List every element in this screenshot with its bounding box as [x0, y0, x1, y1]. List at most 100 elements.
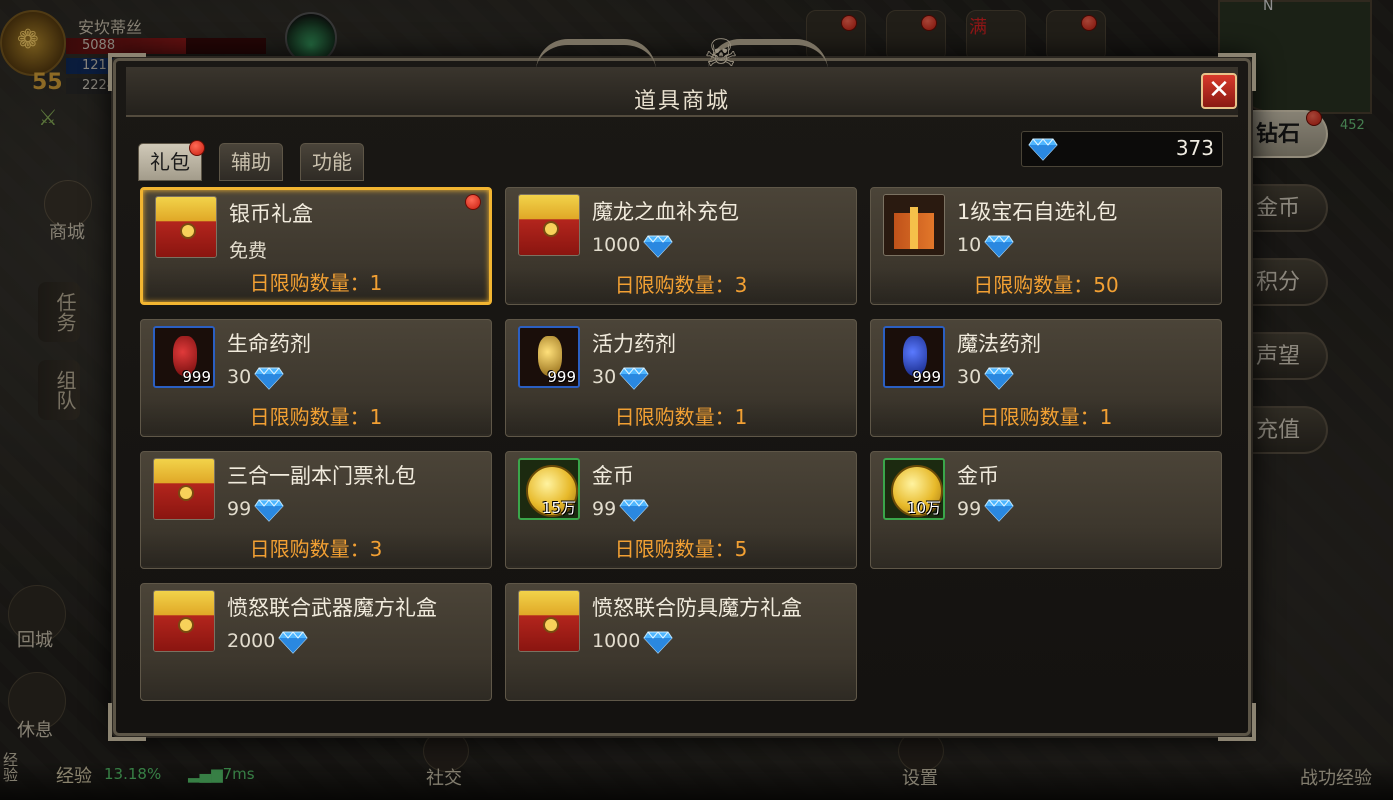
category-tab-label: 辅助 — [231, 150, 271, 174]
item-price-value: 免费 — [229, 240, 268, 262]
item-name: 魔法药剂 — [957, 332, 1041, 356]
weapon-icon[interactable]: ⚔ — [38, 106, 58, 131]
treasure-chest-icon — [519, 591, 579, 651]
daily-limit: 日限购数量：1 — [871, 400, 1221, 434]
item-name: 愤怒联合武器魔方礼盒 — [227, 596, 437, 620]
diamond-icon — [643, 630, 673, 654]
notification-dot — [841, 15, 857, 31]
item-price: 10 — [957, 234, 1014, 258]
item-quantity: 999 — [547, 368, 576, 386]
treasure-chest-icon — [156, 197, 216, 257]
top-menu-button-4[interactable] — [1046, 10, 1106, 62]
treasure-chest-icon — [154, 459, 214, 519]
item-quantity: 999 — [182, 368, 211, 386]
ping-readout: ▂▄▆7ms — [188, 765, 255, 783]
shop-item-card[interactable]: 999 魔法药剂 30 日限购数量：1 — [870, 319, 1222, 437]
currency-tab-label: 声望 — [1256, 344, 1301, 369]
quest-tab[interactable]: 任务 — [38, 282, 80, 342]
currency-tab-label: 钻石 — [1256, 122, 1301, 147]
close-button[interactable]: ✕ — [1201, 73, 1237, 109]
item-name: 愤怒联合防具魔方礼盒 — [592, 596, 802, 620]
item-quantity: 999 — [912, 368, 941, 386]
item-name: 银币礼盒 — [229, 202, 313, 226]
currency-tab[interactable]: 充值 — [1246, 406, 1328, 454]
item-price-value: 30 — [227, 366, 252, 388]
currency-tab-label: 金币 — [1256, 196, 1301, 221]
gift-box-icon — [884, 195, 944, 255]
category-tab[interactable]: 功能 — [300, 143, 364, 181]
currency-tab-label: 积分 — [1256, 270, 1301, 295]
daily-limit: 日限购数量：3 — [141, 532, 491, 566]
player-avatar[interactable]: ❁ — [0, 10, 66, 76]
category-tab[interactable]: 辅助 — [219, 143, 283, 181]
item-icon-frame — [153, 590, 215, 652]
item-icon-frame — [518, 590, 580, 652]
daily-limit: 日限购数量：1 — [506, 400, 856, 434]
shop-item-card[interactable]: 愤怒联合武器魔方礼盒 2000 — [140, 583, 492, 701]
item-price: 99 — [227, 498, 284, 522]
shop-item-card[interactable]: 1级宝石自选礼包 10 日限购数量：50 — [870, 187, 1222, 305]
title-bar: 道具商城 — [126, 67, 1238, 117]
player-level: 55 — [32, 70, 63, 95]
item-price-value: 99 — [957, 498, 982, 520]
top-menu-button-2[interactable] — [886, 10, 946, 62]
shop-item-card[interactable]: 三合一副本门票礼包 99 日限购数量：3 — [140, 451, 492, 569]
currency-tab-label: 充值 — [1256, 418, 1301, 443]
currency-tab[interactable]: 积分 — [1246, 258, 1328, 306]
item-price: 99 — [592, 498, 649, 522]
top-menu-button-3[interactable]: 满 — [966, 10, 1026, 62]
return-city-label[interactable]: 回城 — [0, 626, 80, 652]
diamond-balance: 373 — [1021, 131, 1223, 167]
treasure-chest-icon — [154, 591, 214, 651]
item-icon-frame: 15万 — [518, 458, 580, 520]
shop-dialog: ☠ 道具商城 ✕ 礼包 辅助 功能 373 银币礼盒 免费 日限购数量：1 魔龙之血补充包… — [108, 31, 1256, 741]
shop-item-card[interactable]: 愤怒联合防具魔方礼盒 1000 — [505, 583, 857, 701]
item-price: 1000 — [592, 234, 673, 258]
xp-percent: 13.18% — [104, 765, 162, 783]
settings-label[interactable]: 设置 — [902, 764, 938, 790]
item-price-value: 30 — [957, 366, 982, 388]
item-icon-frame — [153, 458, 215, 520]
item-price: 30 — [227, 366, 284, 390]
currency-tab[interactable]: 金币 — [1246, 184, 1328, 232]
team-tab[interactable]: 组队 — [38, 360, 80, 420]
item-price-value: 10 — [957, 234, 982, 256]
item-price-value: 1000 — [592, 234, 641, 256]
item-icon-frame — [883, 194, 945, 256]
item-icon-frame: 999 — [883, 326, 945, 388]
mall-label[interactable]: 商城 — [22, 218, 112, 244]
player-name: 安坎蒂丝 — [78, 18, 143, 37]
category-tab-label: 功能 — [312, 150, 352, 174]
notification-dot — [465, 194, 481, 210]
diamond-icon — [984, 366, 1014, 390]
diamond-balance-value: 373 — [1175, 136, 1214, 160]
item-icon-frame — [518, 194, 580, 256]
class-emblem-icon: ❁ — [17, 25, 39, 55]
category-tab-label: 礼包 — [150, 150, 190, 174]
diamond-icon — [254, 366, 284, 390]
daily-limit: 日限购数量：50 — [871, 268, 1221, 302]
corner-ornament — [1218, 703, 1256, 741]
shop-item-card[interactable]: 999 活力药剂 30 日限购数量：1 — [505, 319, 857, 437]
item-icon-frame: 10万 — [883, 458, 945, 520]
shop-item-card[interactable]: 银币礼盒 免费 日限购数量：1 — [140, 187, 492, 305]
signal-icon: ▂▄▆ — [188, 765, 223, 783]
shop-item-card[interactable]: 999 生命药剂 30 日限购数量：1 — [140, 319, 492, 437]
item-name: 1级宝石自选礼包 — [957, 200, 1118, 224]
item-quantity: 15万 — [541, 499, 576, 517]
shop-item-card[interactable]: 10万 金币 99 — [870, 451, 1222, 569]
currency-tab[interactable]: 声望 — [1246, 332, 1328, 380]
shop-item-card[interactable]: 魔龙之血补充包 1000 日限购数量：3 — [505, 187, 857, 305]
currency-tab[interactable]: 钻石 — [1246, 110, 1328, 158]
category-tab[interactable]: 礼包 — [138, 140, 205, 181]
daily-limit: 日限购数量：5 — [506, 532, 856, 566]
diamond-icon — [643, 234, 673, 258]
xp-label: 经验 — [56, 766, 92, 787]
item-price-value: 1000 — [592, 630, 641, 652]
item-name: 活力药剂 — [592, 332, 676, 356]
social-label[interactable]: 社交 — [426, 764, 462, 790]
item-name: 三合一副本门票礼包 — [227, 464, 416, 488]
item-price: 30 — [592, 366, 649, 390]
shop-item-card[interactable]: 15万 金币 99 日限购数量：5 — [505, 451, 857, 569]
rest-label[interactable]: 休息 — [0, 716, 80, 742]
